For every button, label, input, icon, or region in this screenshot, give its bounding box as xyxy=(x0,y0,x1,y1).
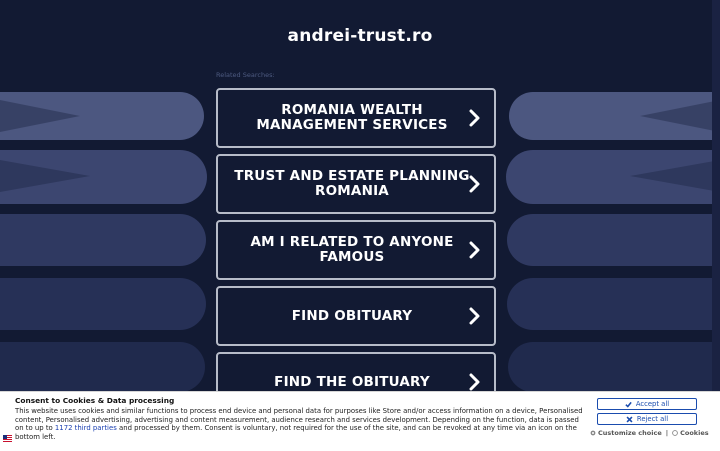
reject-all-label: Reject all xyxy=(636,415,669,423)
related-search-label: FIND OBITUARY xyxy=(291,307,413,324)
right-pill-shapes xyxy=(506,92,720,392)
customize-choice-label: Customize choice xyxy=(598,429,662,437)
consent-links: Customize choice | Cookies xyxy=(590,429,709,437)
chevron-right-icon xyxy=(469,109,480,127)
close-icon xyxy=(626,415,633,423)
site-title: andrei-trust.ro xyxy=(287,26,433,46)
related-search-label: ROMANIA WEALTH MANAGEMENT SERVICES xyxy=(256,102,448,133)
us-flag-icon[interactable] xyxy=(3,435,12,442)
related-searches-label: Related Searches: xyxy=(216,71,275,79)
related-search-list: ROMANIA WEALTH MANAGEMENT SERVICES TRUST… xyxy=(216,88,496,418)
checkmark-icon xyxy=(625,401,632,408)
related-search-button[interactable]: TRUST AND ESTATE PLANNING ROMANIA xyxy=(216,154,496,214)
related-search-label: AM I RELATED TO ANYONE FAMOUS xyxy=(250,234,454,265)
cookies-label: Cookies xyxy=(680,429,709,437)
cookie-icon xyxy=(672,430,678,436)
related-search-button[interactable]: ROMANIA WEALTH MANAGEMENT SERVICES xyxy=(216,88,496,148)
accept-all-button[interactable]: Accept all xyxy=(597,398,697,410)
chevron-right-icon xyxy=(469,307,480,325)
chevron-right-icon xyxy=(469,241,480,259)
consent-title: Consent to Cookies & Data processing xyxy=(15,396,175,405)
related-search-label: FIND THE OBITUARY xyxy=(274,373,430,390)
related-search-label: TRUST AND ESTATE PLANNING ROMANIA xyxy=(234,168,470,199)
chevron-right-icon xyxy=(469,373,480,391)
gear-icon xyxy=(590,430,596,436)
chevron-right-icon xyxy=(469,175,480,193)
cookies-link[interactable]: Cookies xyxy=(672,429,709,437)
reject-all-button[interactable]: Reject all xyxy=(597,413,697,425)
third-parties-link[interactable]: 1172 third parties xyxy=(55,424,117,432)
left-pill-shapes xyxy=(0,92,207,392)
cookie-consent-banner: Consent to Cookies & Data processing Thi… xyxy=(0,391,720,451)
accept-all-label: Accept all xyxy=(635,400,670,408)
related-search-button[interactable]: AM I RELATED TO ANYONE FAMOUS xyxy=(216,220,496,280)
links-separator: | xyxy=(665,429,669,437)
customize-choice-link[interactable]: Customize choice xyxy=(590,429,662,437)
scrollbar-track xyxy=(712,0,720,450)
related-search-button[interactable]: FIND OBITUARY xyxy=(216,286,496,346)
consent-text: This website uses cookies and similar fu… xyxy=(15,407,585,441)
